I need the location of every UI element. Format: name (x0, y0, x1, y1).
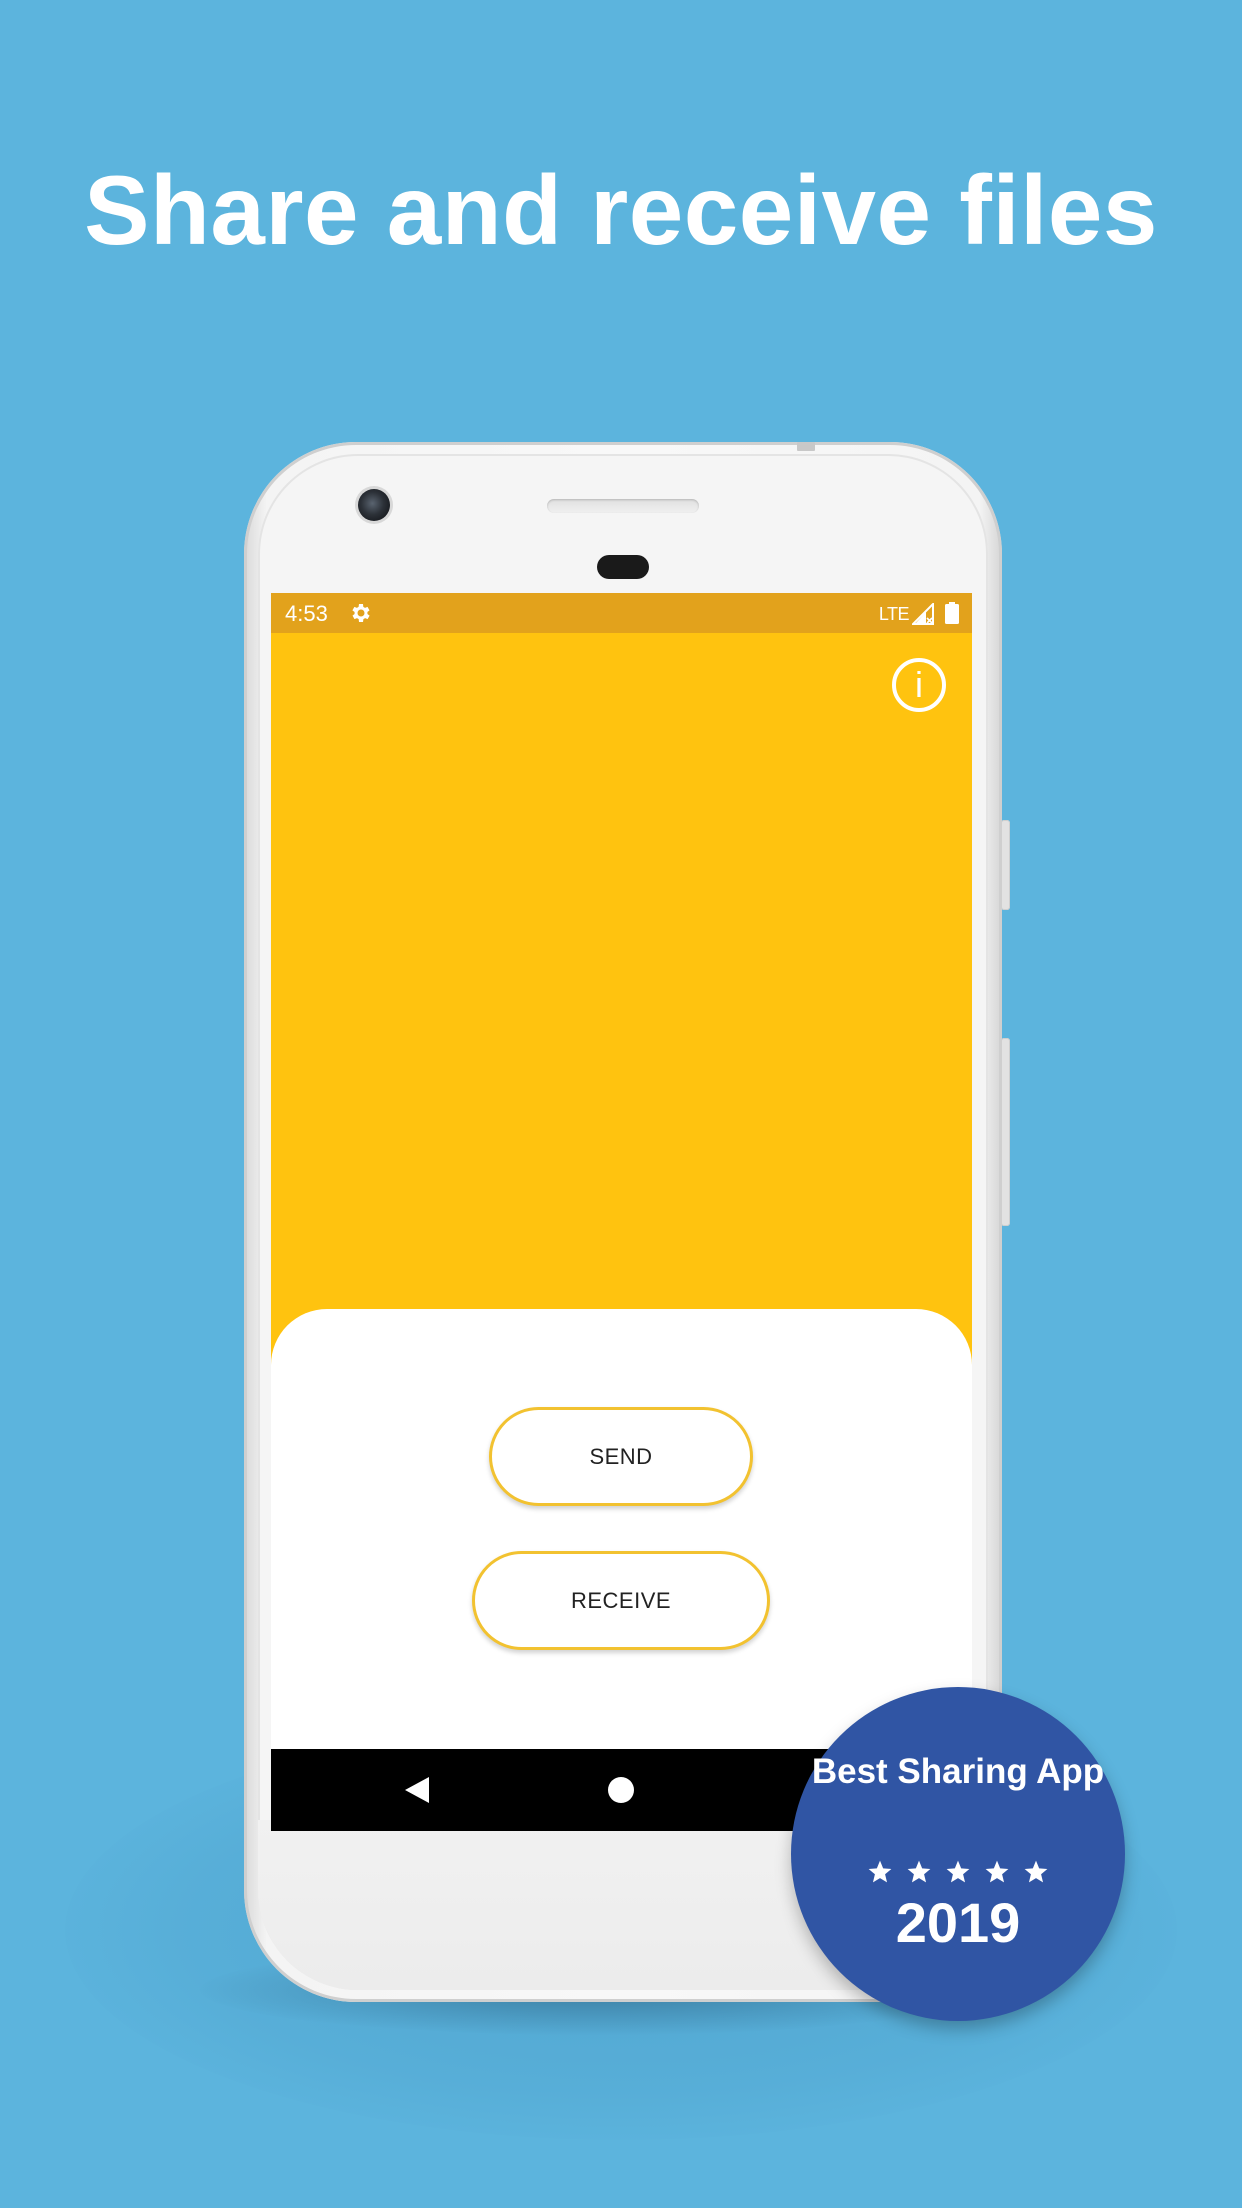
phone-volume-button (1001, 1038, 1010, 1226)
phone-power-button (1001, 820, 1010, 910)
badge-stars (791, 1859, 1125, 1889)
app-screen: 4:53 LTE i SEND RECEIVE (271, 593, 972, 1831)
back-icon[interactable] (403, 1775, 431, 1805)
info-button[interactable]: i (892, 658, 946, 712)
star-icon (868, 1860, 892, 1883)
badge-year: 2019 (895, 1891, 1021, 1954)
status-bar: 4:53 LTE (271, 593, 972, 633)
signal-icon (910, 601, 934, 625)
action-sheet: SEND RECEIVE (271, 1309, 972, 1749)
award-badge: Best Sharing App 2019 (791, 1687, 1125, 2021)
network-type: LTE (878, 604, 910, 624)
promo-page: Share and receive files 4:53 LTE i SEND … (0, 0, 1242, 2208)
status-time: 4:53 (285, 601, 328, 626)
star-icon (907, 1860, 931, 1883)
front-camera (358, 489, 390, 521)
earpiece-speaker (547, 499, 699, 513)
send-button[interactable]: SEND (489, 1407, 753, 1506)
badge-title: Best Sharing App (811, 1752, 1105, 1791)
home-icon[interactable] (608, 1777, 634, 1803)
receive-button[interactable]: RECEIVE (472, 1551, 770, 1650)
star-icon (1024, 1860, 1048, 1883)
proximity-sensor (597, 555, 649, 579)
info-icon: i (915, 664, 923, 705)
gear-icon (349, 601, 373, 625)
headline: Share and receive files (84, 155, 1158, 265)
star-icon (946, 1860, 970, 1883)
battery-icon (945, 602, 959, 624)
star-icon (985, 1860, 1009, 1883)
phone-top-port (797, 442, 815, 451)
